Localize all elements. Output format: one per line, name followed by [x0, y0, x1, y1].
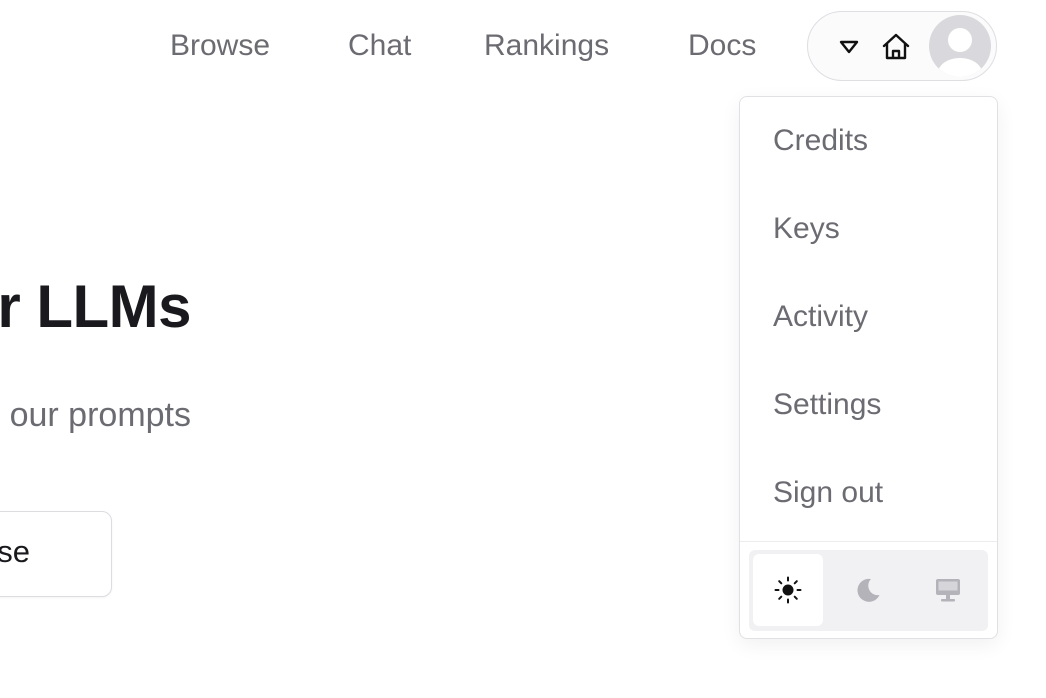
- menu-divider: [740, 541, 997, 542]
- menu-item-keys[interactable]: Keys: [773, 204, 840, 254]
- avatar-icon[interactable]: [929, 15, 991, 77]
- theme-switcher: [749, 550, 988, 631]
- nav-link-rankings[interactable]: Rankings: [484, 24, 609, 68]
- hero-cta-label: se: [0, 534, 30, 569]
- nav-link-chat[interactable]: Chat: [348, 24, 411, 68]
- menu-item-settings[interactable]: Settings: [773, 380, 881, 430]
- hero-cta-button[interactable]: se: [0, 511, 112, 597]
- hero-title: or LLMs: [0, 273, 191, 340]
- menu-item-sign-out[interactable]: Sign out: [773, 468, 883, 518]
- monitor-icon: [936, 579, 960, 602]
- page: Browse Chat Rankings Docs r LLMs our pro…: [0, 0, 1046, 698]
- theme-light-button[interactable]: [753, 554, 823, 626]
- nav-link-browse[interactable]: Browse: [170, 24, 270, 68]
- nav-link-docs[interactable]: Docs: [688, 24, 756, 68]
- hero-subtitle: our prompts: [9, 396, 191, 434]
- user-menu-button[interactable]: [807, 11, 997, 81]
- menu-item-credits[interactable]: Credits: [773, 116, 868, 166]
- sun-icon: [774, 576, 802, 604]
- menu-item-activity[interactable]: Activity: [773, 292, 868, 342]
- moon-icon: [857, 578, 880, 602]
- theme-system-button[interactable]: [913, 554, 983, 626]
- account-dropdown-menu: Credits Keys Activity Settings Sign out: [739, 96, 998, 639]
- caret-down-icon[interactable]: [836, 36, 862, 58]
- home-icon[interactable]: [880, 31, 912, 63]
- theme-dark-button[interactable]: [833, 554, 903, 626]
